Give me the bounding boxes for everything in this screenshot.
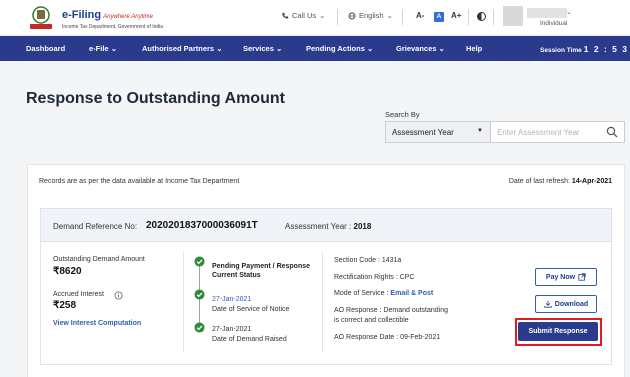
phone-icon: [282, 12, 289, 19]
main-navigation: Dashboard e-File ⌄ Authorised Partners ⌄…: [0, 36, 630, 61]
brand-tagline: Anywhere Anytime: [103, 14, 153, 20]
refresh-date: 14-Apr-2021: [571, 178, 612, 185]
session-time: 1 2 : 5 3: [583, 44, 629, 54]
rectification-rights: Rectification Rights : CPC: [334, 274, 415, 281]
nav-authorised-partners[interactable]: Authorised Partners ⌄: [142, 44, 223, 53]
search-by-value: Assessment Year: [392, 128, 454, 137]
demand-reference-number: 2020201837000036091T: [146, 220, 258, 231]
chevron-down-icon: ⌄: [110, 44, 117, 53]
nav-e-file[interactable]: e-File ⌄: [89, 44, 117, 53]
pay-now-button[interactable]: Pay Now: [535, 268, 597, 286]
current-status-value: Pending Payment / Response: [212, 263, 311, 270]
download-icon: [544, 300, 552, 308]
brand-title: e-Filing: [62, 9, 102, 21]
chevron-down-icon: ⌄: [386, 11, 393, 20]
download-button[interactable]: Download: [535, 295, 597, 313]
nav-services[interactable]: Services ⌄: [243, 44, 282, 53]
accrued-interest-value: ₹258: [53, 300, 77, 311]
search-icon[interactable]: [606, 126, 618, 138]
assessment-year: Assessment Year : 2018: [285, 222, 371, 231]
demand-reference-label: Demand Reference No:: [53, 222, 138, 231]
submit-response-button[interactable]: Submit Response: [518, 322, 598, 341]
mode-of-service-label: Mode of Service :: [334, 290, 389, 297]
call-us-label: Call Us: [292, 11, 317, 20]
external-link-icon: [578, 273, 586, 281]
nav-dashboard[interactable]: Dashboard: [26, 44, 65, 53]
demand-raised-date: 27-Jan-2021: [212, 326, 252, 333]
demand-raised-label: Date of Demand Raised: [212, 336, 287, 343]
nav-help[interactable]: Help: [466, 44, 482, 53]
chevron-down-icon: ⌄: [366, 44, 374, 53]
nav-pending-actions-label: Pending Actions: [306, 44, 365, 53]
chevron-down-icon: ⌄: [216, 44, 223, 53]
user-name-placeholder: [527, 8, 567, 18]
nav-pending-actions[interactable]: Pending Actions ⌄: [306, 44, 373, 53]
notice-date-label: Date of Service of Notice: [212, 306, 290, 313]
refresh-label: Date of last refresh:: [508, 178, 570, 185]
nav-e-file-label: e-File: [89, 44, 109, 53]
ao-response: AO Response : Demand outstanding: [334, 307, 449, 314]
divider: [183, 252, 184, 352]
search-by-select[interactable]: Assessment Year ▼: [385, 121, 490, 143]
language-label: English: [359, 11, 384, 20]
emblem-logo-icon[interactable]: [25, 4, 57, 32]
brand: e-Filing Anywhere Anytime Income Tax Depa…: [62, 5, 163, 30]
nav-services-label: Services: [243, 44, 274, 53]
call-us-menu[interactable]: Call Us ⌄: [281, 11, 325, 20]
download-label: Download: [554, 300, 589, 308]
last-refresh: Date of last refresh: 14-Apr-2021: [509, 178, 612, 185]
check-circle-icon: [194, 322, 205, 333]
outstanding-amount-label: Outstanding Demand Amount: [53, 256, 145, 263]
pay-now-label: Pay Now: [545, 273, 576, 281]
font-decrease-button[interactable]: A-: [416, 11, 424, 20]
font-increase-button[interactable]: A+: [451, 11, 461, 20]
page-title: Response to Outstanding Amount: [26, 90, 285, 107]
view-interest-computation-link[interactable]: View Interest Computation: [53, 320, 141, 327]
chevron-down-icon: ⌄: [438, 44, 445, 53]
accrued-interest-label: Accrued Interest: [53, 291, 104, 298]
ao-response-cont: is correct and collectible: [334, 317, 409, 324]
info-icon[interactable]: [114, 291, 123, 300]
check-circle-icon: [194, 289, 205, 300]
records-note: Records are as per the data available at…: [39, 178, 240, 185]
user-role: Individual: [540, 20, 568, 27]
font-reset-button[interactable]: A: [434, 12, 444, 22]
divider: [337, 9, 338, 25]
divider: [402, 9, 403, 25]
notice-date: 27-Jan-2021: [212, 296, 252, 303]
chevron-down-icon: ⌄: [319, 11, 326, 20]
nav-authorised-partners-label: Authorised Partners: [142, 44, 215, 53]
divider: [493, 9, 494, 25]
session-label: Session Time: [540, 47, 582, 54]
language-select[interactable]: English ⌄: [348, 11, 393, 20]
session-timer: Session Time 1 2 : 5 3: [540, 44, 628, 54]
divider: [468, 9, 469, 25]
check-circle-icon: [194, 256, 205, 267]
brand-subtitle: Income Tax Department, Government of Ind…: [62, 24, 164, 30]
divider: [322, 252, 323, 352]
assessment-year-value: 2018: [353, 222, 372, 231]
mode-of-service: Mode of Service : Email & Post: [334, 290, 433, 297]
chevron-down-icon: ⌄: [275, 44, 283, 53]
assessment-year-label: Assessment Year :: [285, 222, 352, 231]
nav-grievances-label: Grievances: [396, 44, 437, 53]
ao-response-date: AO Response Date : 09-Feb-2021: [334, 334, 441, 341]
contrast-toggle-icon[interactable]: [477, 12, 486, 21]
top-header: e-Filing Anywhere Anytime Income Tax Depa…: [0, 0, 630, 36]
section-code: Section Code : 1431a: [334, 257, 402, 264]
mode-of-service-value: Email & Post: [390, 290, 434, 297]
outstanding-amount-value: ₹8620: [53, 266, 82, 277]
globe-icon: [348, 11, 356, 20]
search-by-label: Search By: [385, 110, 420, 119]
current-status-label: Current Status: [212, 272, 261, 279]
nav-grievances[interactable]: Grievances ⌄: [396, 44, 445, 53]
assessment-year-input[interactable]: [490, 121, 625, 143]
chevron-down-icon[interactable]: ⌄: [566, 8, 572, 16]
caret-down-icon: ▼: [477, 128, 483, 134]
avatar[interactable]: [503, 6, 523, 26]
